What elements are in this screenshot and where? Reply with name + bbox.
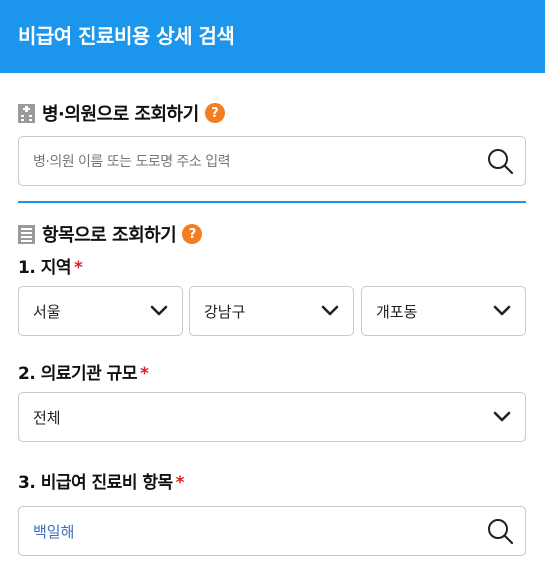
treatment-label-text: 3. 비급여 진료비 항목 <box>18 473 173 493</box>
section-item-label: 항목으로 조회하기 <box>42 225 177 246</box>
dong-select[interactable]: 개포동 <box>361 286 526 336</box>
region-label: 1. 지역 * <box>18 253 83 278</box>
city-select[interactable]: 서울 <box>18 286 183 336</box>
section-item-title: 항목으로 조회하기 ? <box>18 221 203 247</box>
treatment-search-input[interactable]: 백일해 <box>33 521 485 542</box>
district-select[interactable]: 강남구 <box>189 286 354 336</box>
required-mark: * <box>139 364 149 384</box>
page-title: 비급여 진료비용 상세 검색 <box>18 24 235 48</box>
scale-select-value: 전체 <box>33 408 61 427</box>
treatment-label: 3. 비급여 진료비 항목 * <box>18 468 185 493</box>
page-header: 비급여 진료비용 상세 검색 <box>0 0 545 73</box>
hospital-search-field[interactable]: 병·의원 이름 또는 도로명 주소 입력 <box>18 136 526 186</box>
region-label-text: 1. 지역 <box>18 258 72 278</box>
chevron-down-icon <box>150 304 170 318</box>
scale-select[interactable]: 전체 <box>18 392 526 442</box>
hospital-search-input[interactable]: 병·의원 이름 또는 도로명 주소 입력 <box>33 151 485 171</box>
district-select-value: 강남구 <box>204 302 246 321</box>
section-divider <box>18 201 526 203</box>
chevron-down-icon <box>493 304 513 318</box>
dong-select-value: 개포동 <box>376 302 418 321</box>
list-document-icon <box>18 224 35 244</box>
required-mark: * <box>175 473 185 493</box>
hospital-building-icon <box>18 103 35 123</box>
chevron-down-icon <box>321 304 341 318</box>
help-icon[interactable]: ? <box>182 224 203 244</box>
help-icon[interactable]: ? <box>204 103 225 123</box>
section-hospital-label: 병·의원으로 조회하기 <box>42 104 199 125</box>
city-select-value: 서울 <box>33 302 61 321</box>
section-hospital-title: 병·의원으로 조회하기 ? <box>18 100 225 126</box>
search-icon[interactable] <box>485 146 515 176</box>
scale-label: 2. 의료기관 규모 * <box>18 359 149 384</box>
scale-label-text: 2. 의료기관 규모 <box>18 364 137 384</box>
treatment-search-field[interactable]: 백일해 <box>18 506 526 556</box>
chevron-down-icon <box>493 410 513 424</box>
required-mark: * <box>74 258 83 278</box>
search-icon[interactable] <box>485 516 515 546</box>
